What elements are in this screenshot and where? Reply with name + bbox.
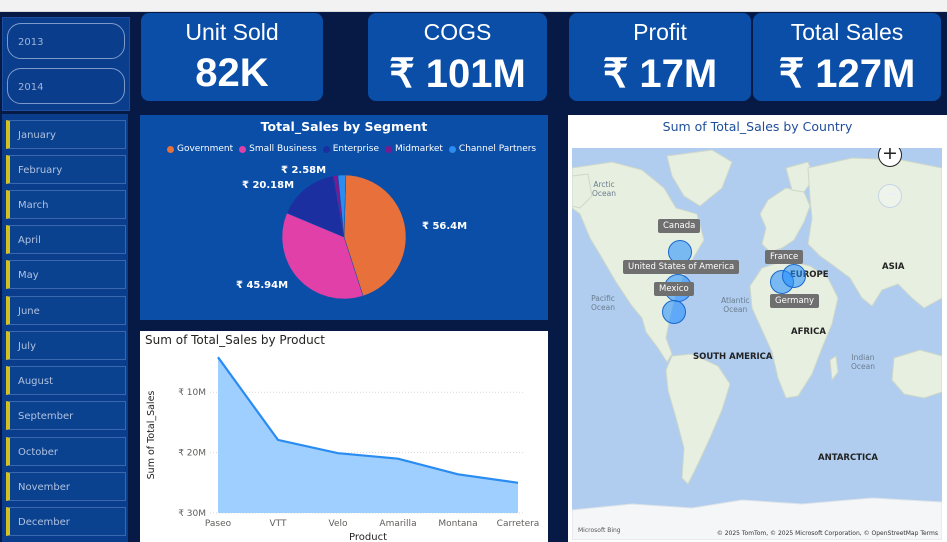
year-button-2013[interactable]: 2013 bbox=[7, 23, 125, 59]
month-button-january[interactable]: January bbox=[6, 120, 126, 149]
map-label-africa: AFRICA bbox=[791, 327, 826, 337]
data-point-paseo[interactable] bbox=[216, 355, 221, 360]
kpi-title: COGS bbox=[423, 19, 492, 45]
map-label-pacific-ocean: Pacific Ocean bbox=[591, 294, 615, 312]
x-tick-label: Carretera bbox=[497, 519, 540, 529]
country-map-visual: Sum of Total_Sales by Country Arctic Oce… bbox=[568, 115, 947, 542]
kpi-card-profit: Profit ₹ 17M bbox=[569, 13, 751, 101]
map-label-antarctica: ANTARCTICA bbox=[818, 453, 878, 463]
map-tag-usa: United States of America bbox=[623, 260, 740, 274]
bing-logo: Microsoft Bing bbox=[578, 527, 621, 534]
product-sales-visual: Sum of Total_Sales by Product ₹ 30M ₹ 20M… bbox=[140, 331, 548, 542]
x-tick-label: Montana bbox=[438, 519, 477, 529]
pie-label-small-business: ₹ 45.94M bbox=[236, 280, 289, 291]
month-button-march[interactable]: March bbox=[6, 190, 126, 219]
x-axis-title: Product bbox=[349, 532, 387, 542]
line-chart: ₹ 30M ₹ 20M ₹ 10M Paseo VTT Velo Amarilla Monta… bbox=[146, 355, 540, 542]
map-label-south-america: SOUTH AMERICA bbox=[693, 352, 773, 362]
month-slicer: January February March April May June Ju… bbox=[2, 114, 128, 542]
kpi-value: ₹ 17M bbox=[602, 52, 718, 96]
top-bar bbox=[0, 0, 947, 12]
kpi-card-unit-sold: Unit Sold 82K bbox=[141, 13, 323, 101]
y-tick-label: ₹ 10M bbox=[178, 388, 206, 398]
pie-label-channel-partners: ₹ 2.58M bbox=[281, 165, 327, 176]
month-button-december[interactable]: December bbox=[6, 507, 126, 536]
month-button-july[interactable]: July bbox=[6, 331, 126, 360]
pie-chart bbox=[281, 174, 407, 300]
map-attribution[interactable]: © 2025 TomTom, © 2025 Microsoft Corporat… bbox=[717, 530, 938, 537]
month-button-november[interactable]: November bbox=[6, 472, 126, 501]
kpi-value: 82K bbox=[195, 51, 269, 95]
kpi-title: Total Sales bbox=[790, 19, 904, 45]
x-tick-label: Velo bbox=[328, 519, 347, 529]
map-bubble-germany[interactable] bbox=[782, 264, 806, 288]
world-map[interactable]: Arctic Ocean Pacific Ocean Atlantic Ocean I… bbox=[572, 148, 942, 540]
y-axis-title: Sum of Total_Sales bbox=[146, 391, 157, 480]
map-title: Sum of Total_Sales by Country bbox=[662, 119, 853, 134]
month-button-may[interactable]: May bbox=[6, 260, 126, 289]
map-tag-germany: Germany bbox=[770, 294, 820, 308]
map-label-asia: ASIA bbox=[882, 262, 905, 272]
kpi-title: Profit bbox=[633, 19, 687, 45]
data-point-vtt[interactable] bbox=[276, 437, 281, 442]
map-tag-france: France bbox=[765, 250, 804, 264]
data-point-velo[interactable] bbox=[336, 451, 341, 456]
kpi-value: ₹ 127M bbox=[778, 52, 916, 96]
month-button-september[interactable]: September bbox=[6, 401, 126, 430]
year-button-2014[interactable]: 2014 bbox=[7, 68, 125, 104]
kpi-title: Unit Sold bbox=[185, 19, 279, 45]
x-tick-label: Paseo bbox=[205, 519, 232, 529]
map-label-arctic-ocean: Arctic Ocean bbox=[592, 180, 616, 198]
month-button-august[interactable]: August bbox=[6, 366, 126, 395]
kpi-card-total-sales: Total Sales ₹ 127M bbox=[753, 13, 941, 101]
x-tick-label: Amarilla bbox=[379, 519, 416, 529]
data-point-montana[interactable] bbox=[456, 472, 461, 477]
data-point-amarilla[interactable] bbox=[396, 456, 401, 461]
kpi-card-cogs: COGS ₹ 101M bbox=[368, 13, 547, 101]
pie-label-government: ₹ 56.4M bbox=[422, 221, 468, 232]
x-tick-label: VTT bbox=[270, 519, 287, 529]
year-slicer: 2013 2014 bbox=[2, 17, 130, 111]
month-button-february[interactable]: February bbox=[6, 155, 126, 184]
month-button-april[interactable]: April bbox=[6, 225, 126, 254]
map-label-atlantic-ocean: Atlantic Ocean bbox=[721, 296, 750, 314]
map-tag-mexico: Mexico bbox=[654, 282, 694, 296]
pie-label-enterprise: ₹ 20.18M bbox=[242, 180, 295, 191]
kpi-value: ₹ 101M bbox=[389, 52, 526, 96]
map-tag-canada: Canada bbox=[658, 219, 701, 233]
month-button-october[interactable]: October bbox=[6, 437, 126, 466]
segment-pie-visual: Total_Sales by Segment Government Small … bbox=[140, 115, 548, 320]
y-tick-label: ₹ 20M bbox=[178, 449, 206, 459]
zoom-out-button[interactable]: − bbox=[878, 184, 902, 208]
map-bubble-mexico[interactable] bbox=[662, 300, 686, 324]
area-fill bbox=[218, 357, 518, 513]
map-label-indian-ocean: Indian Ocean bbox=[851, 353, 875, 371]
y-tick-label: ₹ 30M bbox=[178, 509, 206, 519]
data-point-carretera[interactable] bbox=[516, 480, 521, 485]
month-button-june[interactable]: June bbox=[6, 296, 126, 325]
